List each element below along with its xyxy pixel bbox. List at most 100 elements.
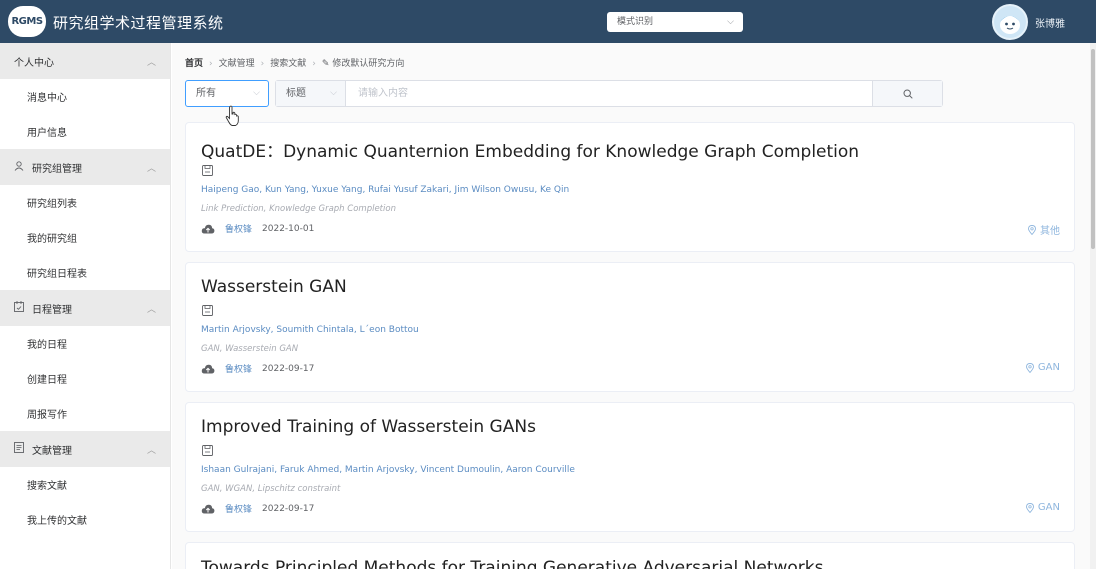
cloud-upload-icon bbox=[201, 224, 215, 233]
sidebar-group-schedule[interactable]: 日程管理 ︿ bbox=[0, 290, 170, 326]
sidebar-item-label: 我上传的文献 bbox=[27, 516, 87, 527]
scrollbar[interactable] bbox=[1090, 43, 1096, 569]
paper-date: 2022-10-01 bbox=[262, 223, 315, 234]
chevron-right-icon: › bbox=[209, 59, 213, 69]
sidebar-item-my-groups[interactable]: 我的研究组 bbox=[0, 220, 170, 255]
chevron-right-icon: › bbox=[260, 59, 265, 69]
sidebar-item-user-info[interactable]: 用户信息 bbox=[0, 114, 170, 149]
paper-direction-label: GAN bbox=[1037, 362, 1060, 373]
bookmark-icon[interactable] bbox=[202, 305, 213, 316]
sidebar-group-personal[interactable]: 个人中心 ︿ bbox=[0, 43, 170, 79]
sidebar-item-messages[interactable]: 消息中心 bbox=[0, 79, 170, 114]
breadcrumb-search[interactable]: 搜索文献 bbox=[270, 59, 306, 69]
username[interactable]: 张博雅 bbox=[1035, 15, 1065, 30]
paper-keywords: GAN, WGAN, Lipschitz constraint bbox=[201, 484, 341, 494]
paper-meta: 鲁权锋 2022-10-01 bbox=[201, 222, 314, 235]
document-icon bbox=[14, 442, 26, 456]
scope-select-value: 所有 bbox=[196, 88, 216, 99]
paper-direction-label: 其他 bbox=[1040, 226, 1060, 237]
paper-direction-label: GAN bbox=[1037, 502, 1060, 513]
breadcrumb-home[interactable]: 首页 bbox=[185, 59, 203, 69]
sidebar-item-label: 研究组日程表 bbox=[27, 269, 87, 280]
chevron-up-icon: ︿ bbox=[146, 58, 156, 68]
sidebar-item-label: 我的研究组 bbox=[27, 234, 77, 245]
paper-title[interactable]: QuatDE：Dynamic Quanternion Embedding for… bbox=[201, 137, 859, 162]
sidebar-item-group-schedule[interactable]: 研究组日程表 bbox=[0, 255, 170, 290]
sidebar-item-weekly-report[interactable]: 周报写作 bbox=[0, 396, 170, 431]
sidebar-item-label: 用户信息 bbox=[27, 128, 67, 139]
paper-uploader[interactable]: 鲁权锋 bbox=[225, 362, 252, 375]
scope-select[interactable]: 所有 ⌵ bbox=[185, 80, 269, 107]
top-header: RGMS 研究组学术过程管理系统 模式识别 ⌵ 张博雅 bbox=[0, 0, 1096, 43]
paper-title[interactable]: Wasserstein GAN bbox=[201, 277, 347, 297]
research-direction-value: 模式识别 bbox=[617, 17, 654, 27]
paper-direction: GAN bbox=[1025, 362, 1060, 373]
sidebar-group-literature[interactable]: 文献管理 ︿ bbox=[0, 431, 170, 467]
paper-direction: GAN bbox=[1025, 502, 1060, 513]
paper-date: 2022-09-17 bbox=[262, 503, 315, 514]
paper-keywords: Link Prediction, Knowledge Graph Complet… bbox=[201, 204, 396, 214]
main-content: 首页 › 文献管理 › 搜索文献 › ✎修改默认研究方向 所有 ⌵ 标题 ⌵ QuatDE：… bbox=[172, 43, 1096, 569]
edit-icon: ✎ bbox=[321, 59, 330, 69]
paper-date: 2022-09-17 bbox=[262, 363, 315, 374]
cloud-upload-icon bbox=[201, 504, 215, 513]
sidebar-nav: 个人中心 ︿ 消息中心 用户信息 研究组管理 ︿ 研究组列表 我的研究组 研究组… bbox=[0, 43, 171, 569]
paper-uploader[interactable]: 鲁权锋 bbox=[225, 502, 252, 515]
sidebar-item-my-uploads[interactable]: 我上传的文献 bbox=[0, 502, 170, 537]
sidebar-item-label: 周报写作 bbox=[27, 410, 67, 421]
breadcrumb-literature[interactable]: 文献管理 bbox=[219, 59, 255, 69]
paper-card[interactable]: Improved Training of Wasserstein GANs Is… bbox=[185, 402, 1075, 532]
sidebar-item-create-schedule[interactable]: 创建日程 bbox=[0, 361, 170, 396]
paper-authors: Martin Arjovsky, Soumith Chintala, L´eon… bbox=[201, 325, 419, 335]
search-input[interactable] bbox=[358, 81, 858, 106]
sidebar-item-search-literature[interactable]: 搜索文献 bbox=[0, 467, 170, 502]
chevron-up-icon: ︿ bbox=[146, 446, 156, 456]
location-pin-icon bbox=[1025, 362, 1034, 373]
chevron-down-icon: ⌵ bbox=[727, 17, 734, 27]
cloud-upload-icon bbox=[201, 364, 215, 373]
paper-card[interactable]: Wasserstein GAN Martin Arjovsky, Soumith… bbox=[185, 262, 1075, 392]
paper-card[interactable]: QuatDE：Dynamic Quanternion Embedding for… bbox=[185, 122, 1075, 252]
location-pin-icon bbox=[1025, 502, 1034, 513]
sidebar-group-research-group[interactable]: 研究组管理 ︿ bbox=[0, 149, 170, 185]
sidebar-item-label: 创建日程 bbox=[27, 375, 67, 386]
sidebar-group-label: 研究组管理 bbox=[32, 163, 82, 175]
paper-meta: 鲁权锋 2022-09-17 bbox=[201, 502, 314, 515]
bookmark-icon[interactable] bbox=[202, 445, 213, 456]
breadcrumb-edit-direction[interactable]: 修改默认研究方向 bbox=[332, 59, 404, 69]
scrollbar-thumb[interactable] bbox=[1091, 49, 1095, 249]
sidebar-item-group-list[interactable]: 研究组列表 bbox=[0, 185, 170, 220]
search-button[interactable] bbox=[872, 81, 942, 106]
chevron-up-icon: ︿ bbox=[146, 305, 156, 315]
location-pin-icon bbox=[1028, 224, 1036, 235]
user-icon bbox=[14, 160, 26, 174]
sidebar-item-label: 我的日程 bbox=[27, 340, 67, 351]
search-field-select[interactable]: 标题 ⌵ bbox=[276, 81, 346, 106]
chevron-up-icon: ︿ bbox=[146, 164, 156, 174]
search-field-value: 标题 bbox=[286, 88, 306, 99]
sidebar-item-label: 研究组列表 bbox=[27, 199, 77, 210]
paper-card[interactable]: Towards Principled Methods for Training … bbox=[185, 542, 1075, 569]
sidebar-item-label: 搜索文献 bbox=[27, 481, 67, 492]
app-title: 研究组学术过程管理系统 bbox=[53, 14, 224, 32]
bookmark-icon[interactable] bbox=[202, 165, 213, 176]
paper-authors: Haipeng Gao, Kun Yang, Yuxue Yang, Rufai… bbox=[201, 185, 570, 195]
research-direction-select[interactable]: 模式识别 ⌵ bbox=[607, 12, 743, 32]
search-bar: 标题 ⌵ bbox=[275, 80, 943, 107]
sidebar-group-label: 个人中心 bbox=[14, 57, 54, 69]
sidebar-item-label: 消息中心 bbox=[27, 93, 67, 104]
app-logo[interactable]: RGMS bbox=[8, 6, 46, 37]
sidebar-item-my-schedule[interactable]: 我的日程 bbox=[0, 326, 170, 361]
paper-authors: Ishaan Gulrajani, Faruk Ahmed, Martin Ar… bbox=[201, 465, 575, 475]
chevron-right-icon: › bbox=[312, 59, 316, 69]
chevron-down-icon: ⌵ bbox=[330, 88, 337, 98]
breadcrumb: 首页 › 文献管理 › 搜索文献 › ✎ 修改默认研究方向 bbox=[185, 56, 404, 69]
user-avatar[interactable] bbox=[992, 4, 1028, 40]
paper-direction: 其他 bbox=[1028, 222, 1060, 237]
hand-cursor-icon bbox=[225, 105, 239, 126]
paper-uploader[interactable]: 鲁权锋 bbox=[225, 222, 252, 235]
sidebar-group-label: 文献管理 bbox=[32, 445, 72, 457]
paper-title[interactable]: Towards Principled Methods for Training … bbox=[201, 558, 824, 569]
paper-meta: 鲁权锋 2022-09-17 bbox=[201, 362, 314, 375]
paper-title[interactable]: Improved Training of Wasserstein GANs bbox=[201, 417, 536, 437]
